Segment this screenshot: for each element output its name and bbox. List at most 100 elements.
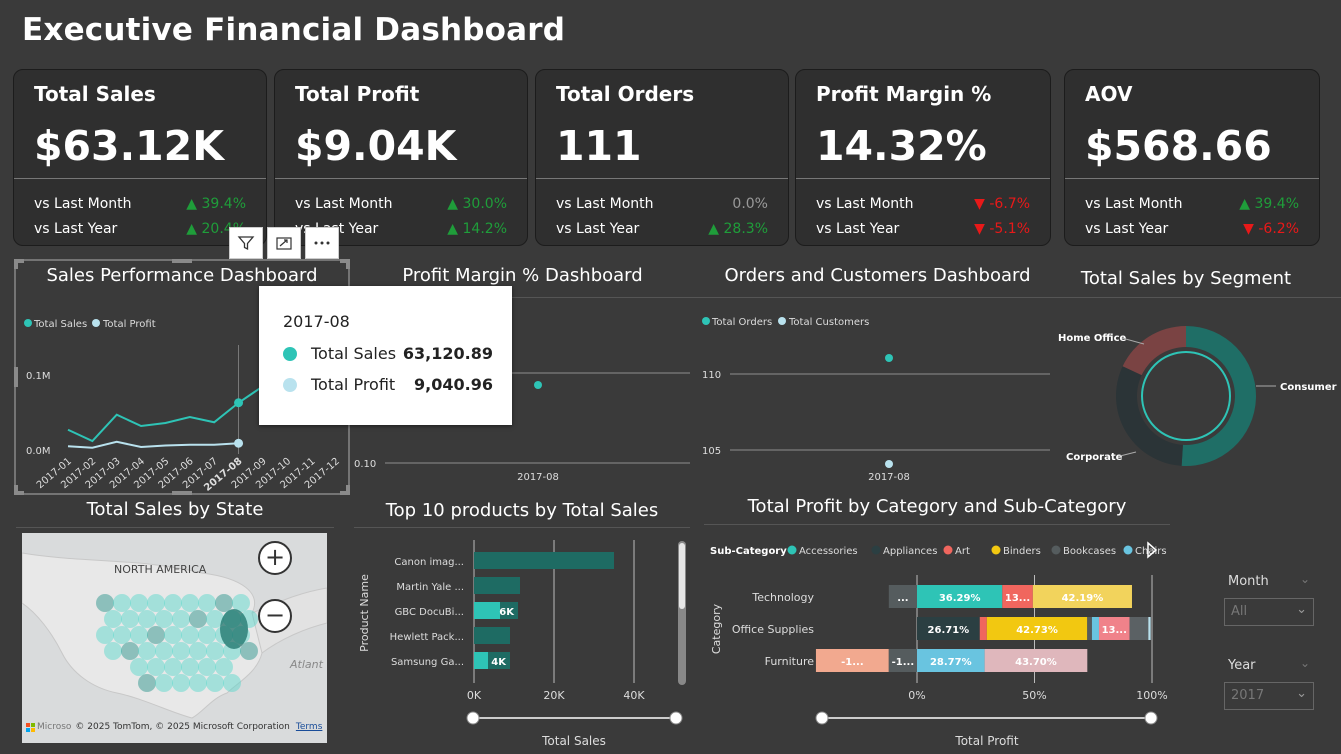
kpi-month-change: ▼ -6.7%	[974, 196, 1030, 212]
more-options-icon[interactable]	[305, 227, 339, 259]
map-heat-point	[172, 610, 190, 628]
data-label: 28.77%	[930, 657, 972, 668]
segment-title: Total Sales by Segment	[1080, 268, 1292, 289]
divider	[14, 178, 266, 179]
map-heat-point	[164, 658, 182, 676]
y-tick-label: 105	[702, 446, 721, 457]
tooltip-row-value: 9,040.96	[414, 375, 493, 394]
divider	[796, 178, 1050, 179]
month-slicer-value: All	[1231, 604, 1248, 619]
kpi-year-label: vs Last Year	[1085, 221, 1169, 237]
legend-label: Binders	[1003, 546, 1041, 557]
donut-slice-consumer	[1181, 326, 1256, 466]
kpi-card: Total Orders 111 vs Last Month 0.0% vs L…	[535, 69, 789, 246]
y-tick-label: Samsung Ga...	[391, 657, 464, 668]
kpi-month-row: vs Last Month ▲ 39.4%	[34, 196, 246, 212]
map-heat-point	[155, 674, 173, 692]
series-line-total-sales	[67, 385, 264, 443]
map-heat-point	[189, 642, 207, 660]
kpi-year-row: vs Last Year ▲ 28.3%	[556, 221, 768, 237]
data-label: 42.19%	[1062, 593, 1104, 604]
chevron-down-icon[interactable]: ⌄	[1300, 656, 1310, 670]
x-tick-label: 20K	[543, 689, 565, 702]
map-heat-point	[172, 674, 190, 692]
year-slicer-dropdown[interactable]: 2017 ⌄	[1224, 682, 1314, 710]
map-heat-point	[164, 626, 182, 644]
x-axis-title: Total Sales	[541, 734, 606, 748]
data-point	[234, 438, 244, 448]
year-slicer-label: Year	[1228, 658, 1256, 673]
x-tick-label: 0%	[908, 689, 925, 702]
map-heat-point	[113, 594, 131, 612]
tooltip-row: Total Profit 9,040.96	[283, 375, 493, 394]
map-heat-point	[130, 594, 148, 612]
divider	[1065, 178, 1319, 179]
kpi-month-label: vs Last Month	[1085, 196, 1183, 212]
bar	[474, 577, 520, 594]
map-heat-point	[198, 626, 216, 644]
kpi-year-label: vs Last Year	[816, 221, 900, 237]
map-zoom-in-button[interactable]: +	[258, 541, 292, 575]
trend-arrow-icon: ▼	[1243, 221, 1259, 237]
data-label: 4K	[491, 657, 507, 668]
y-axis-title: Category	[710, 603, 723, 654]
divider	[704, 524, 1170, 525]
legend-label: Total Orders	[711, 317, 772, 328]
legend-dot-icon	[1051, 545, 1061, 555]
trend-arrow-icon: ▲	[447, 196, 463, 212]
filter-icon[interactable]	[229, 227, 263, 259]
legend-title: Sub-Category	[710, 546, 787, 557]
chevron-down-icon[interactable]: ⌄	[1300, 572, 1310, 586]
data-label: -1...	[841, 657, 864, 668]
map-heat-point	[206, 642, 224, 660]
map-attribution: Microso © 2025 TomTom, © 2025 Microsoft …	[26, 722, 322, 732]
map-terms-link[interactable]: Terms	[296, 722, 323, 732]
trend-arrow-icon: ▲	[447, 221, 463, 237]
trend-arrow-icon: ▲	[708, 221, 724, 237]
kpi-value: 14.32%	[816, 122, 987, 170]
map-heat-point	[138, 642, 156, 660]
y-tick-label: Office Supplies	[732, 623, 814, 636]
y-axis-title: Product Name	[358, 574, 371, 652]
focus-mode-icon[interactable]	[267, 227, 301, 259]
trend-arrow-icon: ▲	[1239, 196, 1255, 212]
month-slicer-dropdown[interactable]: All ⌄	[1224, 598, 1314, 626]
state-map-title: Total Sales by State	[86, 499, 264, 520]
y-tick-label: 0.1M	[26, 371, 51, 382]
x-tick-label: 50%	[1022, 689, 1046, 702]
page-title: Executive Financial Dashboard	[22, 12, 566, 48]
series-line-total-profit	[67, 440, 239, 449]
trend-arrow-icon: ▲	[186, 196, 202, 212]
data-label: ...	[897, 593, 908, 604]
map-heat-point	[147, 626, 165, 644]
bar	[474, 627, 510, 644]
orders-customers-chart[interactable]: Total Orders Total Customers 110 105 2017-08	[698, 300, 1058, 490]
kpi-month-change: 0.0%	[732, 196, 768, 212]
legend-dot-icon	[283, 377, 297, 392]
map-heat-point	[181, 594, 199, 612]
map-zoom-out-button[interactable]: −	[258, 599, 292, 633]
kpi-value: 111	[556, 122, 642, 170]
data-label: 6K	[499, 607, 515, 618]
kpi-value: $63.12K	[34, 122, 224, 170]
map-heat-point	[155, 610, 173, 628]
segment-label: Corporate	[1066, 452, 1123, 463]
top10-bar-chart[interactable]: 0K 20K 40K Canon imag... Martin Yale ... GBC …	[354, 535, 694, 754]
microsoft-logo-icon	[26, 722, 35, 732]
bar-segment	[979, 617, 987, 640]
state-map[interactable]: NORTH AMERICA Atlant + − Microso © 2025 …	[22, 533, 327, 743]
range-slider-handle	[669, 711, 683, 725]
map-heat-point	[147, 594, 165, 612]
segment-donut-chart[interactable]: Consumer Corporate Home Office	[1050, 300, 1341, 490]
category-stacked-chart[interactable]: Sub-Category Accessories Appliances Art Bind…	[704, 535, 1174, 754]
map-heat-point	[130, 658, 148, 676]
donut-slice-home-office	[1122, 326, 1186, 376]
legend-dot-icon	[283, 346, 297, 361]
tooltip-row-value: 63,120.89	[402, 344, 493, 363]
kpi-card: Profit Margin % 14.32% vs Last Month ▼ -…	[795, 69, 1051, 246]
map-heat-point	[104, 642, 122, 660]
kpi-card: Total Profit $9.04K vs Last Month ▲ 30.0…	[274, 69, 528, 246]
segment-label: Consumer	[1280, 382, 1337, 393]
kpi-month-row: vs Last Month ▲ 30.0%	[295, 196, 507, 212]
bar-highlight	[474, 652, 488, 669]
